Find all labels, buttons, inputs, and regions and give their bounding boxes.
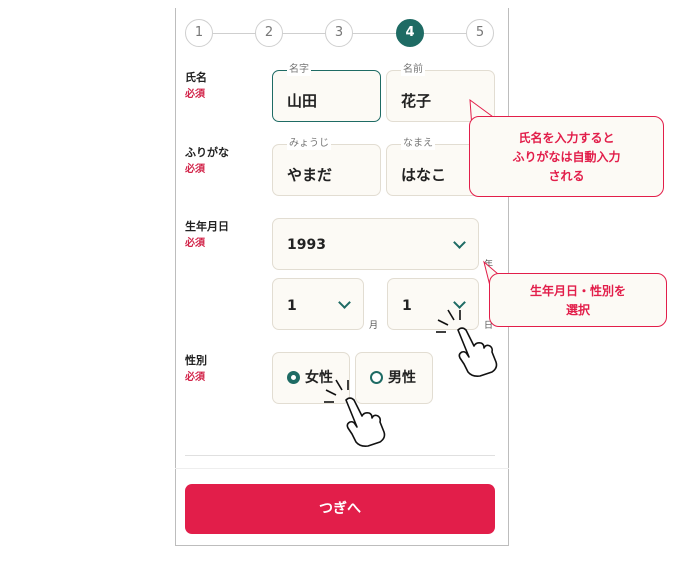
- pointing-hand-icons: [324, 309, 498, 447]
- pointing-hand-icon: [436, 309, 498, 377]
- pointing-hand-icon: [324, 379, 386, 447]
